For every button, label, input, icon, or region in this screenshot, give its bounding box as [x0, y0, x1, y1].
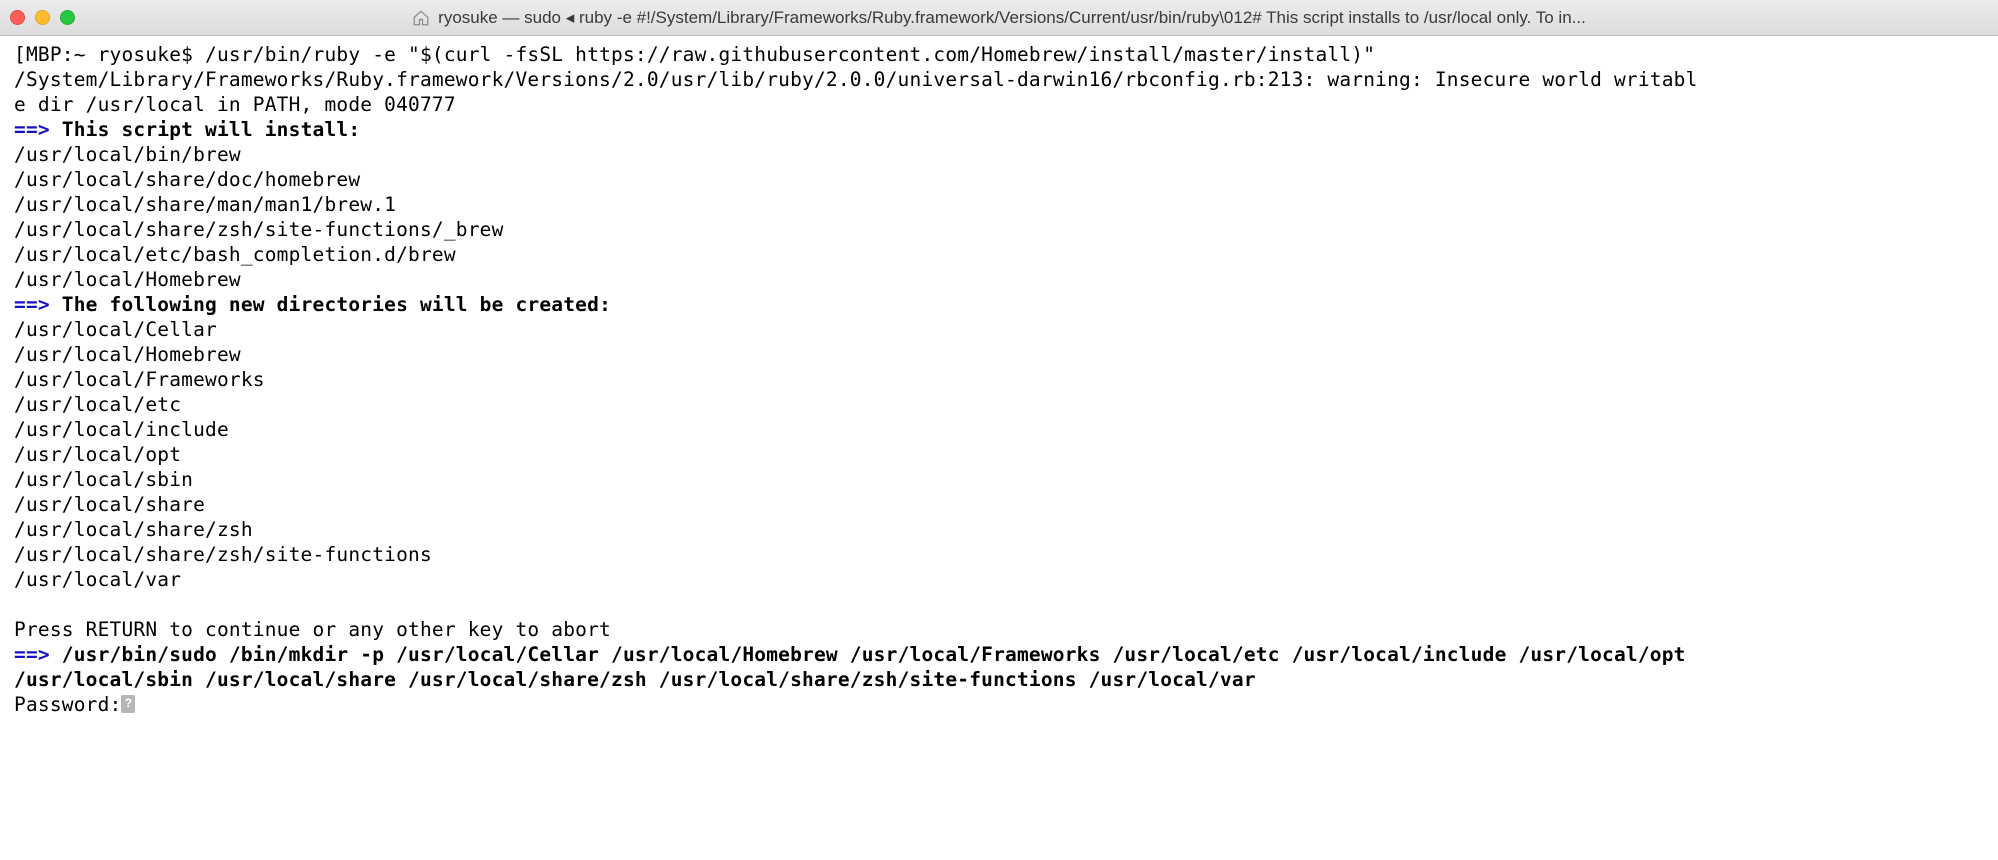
entered-command: /usr/bin/ruby -e "$(curl -fsSL https://r…: [205, 43, 1375, 66]
home-icon: [412, 9, 430, 27]
warning-line: /System/Library/Frameworks/Ruby.framewor…: [14, 68, 1698, 116]
section-arrow-icon: ==>: [14, 643, 62, 666]
close-window-button[interactable]: [10, 10, 25, 25]
terminal-output[interactable]: [MBP:~ ryosuke$ /usr/bin/ruby -e "$(curl…: [0, 36, 1998, 723]
password-prompt-label: Password:: [14, 693, 121, 716]
new-dirs-list: /usr/local/Cellar /usr/local/Homebrew /u…: [14, 318, 432, 591]
continue-prompt: Press RETURN to continue or any other ke…: [14, 618, 611, 641]
minimize-window-button[interactable]: [35, 10, 50, 25]
maximize-window-button[interactable]: [60, 10, 75, 25]
shell-prompt: [MBP:~ ryosuke$: [14, 43, 205, 66]
new-dirs-header: The following new directories will be cr…: [62, 293, 611, 316]
key-icon: [121, 695, 135, 713]
window-titlebar: ryosuke — sudo ◂ ruby -e #!/System/Libra…: [0, 0, 1998, 36]
section-arrow-icon: ==>: [14, 118, 62, 141]
install-path-list: /usr/local/bin/brew /usr/local/share/doc…: [14, 143, 504, 291]
install-header: This script will install:: [62, 118, 361, 141]
traffic-lights: [10, 10, 75, 25]
window-title: ryosuke — sudo ◂ ruby -e #!/System/Libra…: [438, 8, 1586, 28]
section-arrow-icon: ==>: [14, 293, 62, 316]
sudo-command: /usr/bin/sudo /bin/mkdir -p /usr/local/C…: [14, 643, 1698, 691]
